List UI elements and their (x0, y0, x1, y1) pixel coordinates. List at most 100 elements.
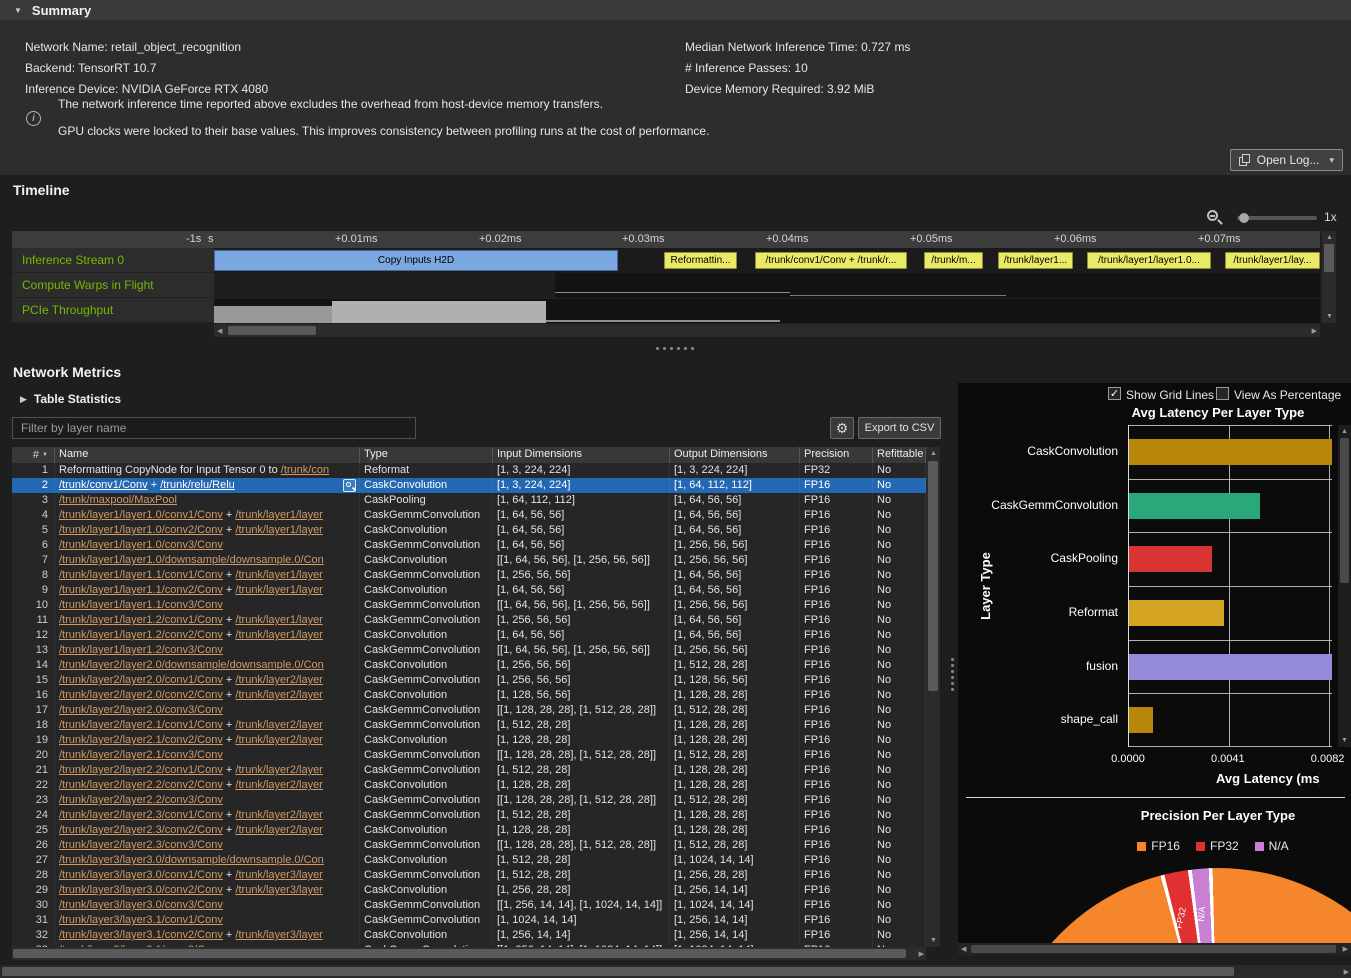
layer-link[interactable]: /trunk/layer2/layer (235, 809, 322, 821)
table-row[interactable]: 4/trunk/layer1/layer1.0/conv1/Conv + /tr… (12, 508, 926, 523)
table-row[interactable]: 21/trunk/layer2/layer2.2/conv1/Conv + /t… (12, 763, 926, 778)
layer-link[interactable]: /trunk/layer1/layer1.1/conv2/Conv (59, 584, 223, 596)
layer-link[interactable]: /trunk/layer1/layer1.2/conv3/Conv (59, 644, 223, 656)
scrollbar-thumb[interactable] (13, 949, 906, 958)
layer-link[interactable]: /trunk/layer2/layer2.3/conv3/Conv (59, 839, 223, 851)
zoom-slider-thumb[interactable] (1239, 213, 1249, 223)
table-row[interactable]: 6/trunk/layer1/layer1.0/conv3/ConvCaskGe… (12, 538, 926, 553)
table-row[interactable]: 22/trunk/layer2/layer2.2/conv2/Conv + /t… (12, 778, 926, 793)
scroll-up-icon[interactable]: ▲ (1326, 233, 1333, 242)
table-row[interactable]: 17/trunk/layer2/layer2.0/conv3/ConvCaskG… (12, 703, 926, 718)
export-csv-button[interactable]: Export to CSV (858, 417, 941, 439)
table-row[interactable]: 15/trunk/layer2/layer2.0/conv1/Conv + /t… (12, 673, 926, 688)
collapse-summary-icon[interactable]: ▼ (14, 6, 22, 15)
scroll-up-icon[interactable]: ▲ (1341, 427, 1348, 436)
layer-link[interactable]: /trunk/layer2/layer2.2/conv3/Conv (59, 794, 223, 806)
column-header-num[interactable]: #▼ (12, 447, 55, 463)
table-row[interactable]: 5/trunk/layer1/layer1.0/conv2/Conv + /tr… (12, 523, 926, 538)
show-grid-lines-checkbox[interactable]: ✓ (1108, 387, 1121, 400)
view-as-percentage-checkbox[interactable] (1216, 387, 1229, 400)
bar-reformat[interactable] (1129, 600, 1224, 626)
chart-v-scrollbar[interactable]: ▲ ▼ (1338, 425, 1351, 747)
table-row[interactable]: 28/trunk/layer3/layer3.0/conv1/Conv + /t… (12, 868, 926, 883)
layer-link[interactable]: /trunk/layer2/layer2.1/conv2/Conv (59, 734, 223, 746)
locate-layer-icon[interactable] (343, 479, 356, 492)
column-header-type[interactable]: Type (360, 447, 493, 463)
layer-link[interactable]: /trunk/layer1/layer (235, 509, 322, 521)
layer-link[interactable]: /trunk/layer1/layer1.0/conv1/Conv (59, 509, 223, 521)
table-row[interactable]: 14/trunk/layer2/layer2.0/downsample/down… (12, 658, 926, 673)
layer-link[interactable]: /trunk/conv1/Conv (59, 479, 148, 491)
layer-link[interactable]: /trunk/layer1/layer1.0/conv2/Conv (59, 524, 223, 536)
layer-link[interactable]: /trunk/layer2/layer2.1/conv3/Conv (59, 749, 223, 761)
layer-link[interactable]: /trunk/layer1/layer1.0/downsample/downsa… (59, 554, 324, 566)
timeline-event[interactable]: /trunk/conv1/Conv + /trunk/r... (755, 252, 907, 269)
table-row[interactable]: 7/trunk/layer1/layer1.0/downsample/downs… (12, 553, 926, 568)
scroll-left-icon[interactable]: ◀ (217, 327, 222, 336)
layer-link[interactable]: /trunk/layer3/layer (235, 884, 322, 896)
layer-link[interactable]: /trunk/layer2/layer (235, 764, 322, 776)
zoom-slider[interactable] (1237, 216, 1317, 220)
table-settings-button[interactable]: ⚙ (830, 417, 854, 439)
table-row[interactable]: 9/trunk/layer1/layer1.1/conv2/Conv + /tr… (12, 583, 926, 598)
layer-link[interactable]: /trunk/layer1/layer1.0/conv3/Conv (59, 539, 223, 551)
scrollbar-thumb[interactable] (1340, 438, 1349, 583)
layer-link[interactable]: /trunk/layer2/layer (235, 734, 322, 746)
layer-link[interactable]: /trunk/layer2/layer (235, 779, 322, 791)
table-row[interactable]: 10/trunk/layer1/layer1.1/conv3/ConvCaskG… (12, 598, 926, 613)
table-row[interactable]: 8/trunk/layer1/layer1.1/conv1/Conv + /tr… (12, 568, 926, 583)
bar-shape-call[interactable] (1129, 707, 1153, 733)
scrollbar-thumb[interactable] (971, 945, 1336, 953)
layer-link[interactable]: /trunk/layer3/layer (235, 929, 322, 941)
open-log-button[interactable]: Open Log... ▾ (1230, 149, 1343, 171)
timeline-event[interactable]: /trunk/m... (924, 252, 983, 269)
table-statistics-expander[interactable]: ▶ Table Statistics (20, 392, 121, 406)
column-header-output-dimensions[interactable]: Output Dimensions (670, 447, 800, 463)
page-h-scrollbar[interactable]: ▶ (0, 965, 1351, 978)
layer-link[interactable]: /trunk/con (281, 464, 329, 476)
layer-link[interactable]: /trunk/layer3/layer3.0/conv3/Conv (59, 899, 223, 911)
layer-link[interactable]: /trunk/layer3/layer3.1/conv2/Conv (59, 929, 223, 941)
timeline-event[interactable]: Copy Inputs H2D (214, 250, 618, 271)
table-row[interactable]: 1Reformatting CopyNode for Input Tensor … (12, 463, 926, 478)
table-row[interactable]: 20/trunk/layer2/layer2.1/conv3/ConvCaskG… (12, 748, 926, 763)
column-header-refittable[interactable]: Refittable (873, 447, 926, 463)
layer-link[interactable]: /trunk/layer2/layer2.3/conv2/Conv (59, 824, 223, 836)
table-row[interactable]: 30/trunk/layer3/layer3.0/conv3/ConvCaskG… (12, 898, 926, 913)
layer-link[interactable]: /trunk/layer2/layer2.2/conv2/Conv (59, 779, 223, 791)
layer-link[interactable]: /trunk/layer1/layer (235, 629, 322, 641)
layer-link[interactable]: /trunk/layer2/layer2.0/conv1/Conv (59, 674, 223, 686)
timeline-h-scrollbar[interactable]: ◀ ▶ (214, 324, 1320, 337)
table-row[interactable]: 19/trunk/layer2/layer2.1/conv2/Conv + /t… (12, 733, 926, 748)
layer-link[interactable]: /trunk/layer1/layer (235, 614, 322, 626)
layer-link[interactable]: /trunk/layer2/layer (235, 824, 322, 836)
table-row[interactable]: 11/trunk/layer1/layer1.2/conv1/Conv + /t… (12, 613, 926, 628)
scrollbar-thumb[interactable] (928, 461, 938, 691)
scrollbar-thumb[interactable] (228, 326, 316, 335)
timeline-v-scrollbar[interactable]: ▲ ▼ (1322, 231, 1336, 323)
table-row[interactable]: 26/trunk/layer2/layer2.3/conv3/ConvCaskG… (12, 838, 926, 853)
table-row[interactable]: 31/trunk/layer3/layer3.1/conv1/ConvCaskG… (12, 913, 926, 928)
table-row[interactable]: 32/trunk/layer3/layer3.1/conv2/Conv + /t… (12, 928, 926, 943)
table-v-scrollbar[interactable]: ▲ ▼ (926, 447, 940, 947)
timeline-event[interactable]: /trunk/layer1/layer1.0... (1087, 252, 1211, 269)
scroll-right-icon[interactable]: ▶ (919, 950, 924, 959)
layer-link[interactable]: /trunk/layer2/layer2.2/conv1/Conv (59, 764, 223, 776)
scroll-right-icon[interactable]: ▶ (1312, 327, 1317, 336)
table-row[interactable]: 12/trunk/layer1/layer1.2/conv2/Conv + /t… (12, 628, 926, 643)
zoom-out-icon[interactable] (1206, 209, 1224, 227)
layer-link[interactable]: /trunk/layer2/layer2.0/conv2/Conv (59, 689, 223, 701)
scrollbar-thumb[interactable] (1324, 244, 1334, 272)
table-row[interactable]: 18/trunk/layer2/layer2.1/conv1/Conv + /t… (12, 718, 926, 733)
layer-link[interactable]: /trunk/layer3/layer3.0/conv1/Conv (59, 869, 223, 881)
bar-caskgemmconvolution[interactable] (1129, 493, 1260, 519)
layer-link[interactable]: /trunk/layer3/layer (235, 869, 322, 881)
timeline-event[interactable]: /trunk/layer1/lay... (1225, 252, 1320, 269)
layer-link[interactable]: /trunk/layer1/layer (235, 524, 322, 536)
column-header-input-dimensions[interactable]: Input Dimensions (493, 447, 670, 463)
layer-filter-input[interactable] (12, 417, 416, 439)
layer-link[interactable]: /trunk/layer3/layer3.1/conv1/Conv (59, 914, 223, 926)
table-row[interactable]: 13/trunk/layer1/layer1.2/conv3/ConvCaskG… (12, 643, 926, 658)
scroll-down-icon[interactable]: ▼ (930, 936, 937, 945)
layer-link[interactable]: /trunk/maxpool/MaxPool (59, 494, 177, 506)
